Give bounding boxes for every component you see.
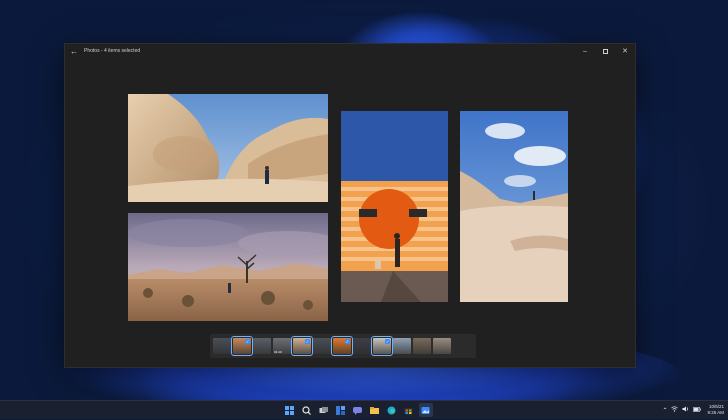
arrow-left-icon: ← xyxy=(70,46,78,56)
edge-browser-button[interactable] xyxy=(385,403,399,417)
filmstrip[interactable]: ✓ 01:40 ✓ ✓ ✓ xyxy=(210,334,476,358)
video-duration: 01:40 xyxy=(274,350,282,354)
photo-rock-slope-blue-sky[interactable] xyxy=(460,111,568,302)
photo-image xyxy=(128,213,328,321)
photo-image xyxy=(341,111,448,302)
system-tray: ⌃ 10/6/21 9:26 AM xyxy=(660,401,724,419)
filmstrip-thumbnail[interactable] xyxy=(213,338,231,354)
photo-desert-boulders-hiker[interactable] xyxy=(128,94,328,202)
store-icon xyxy=(404,407,413,414)
file-explorer-button[interactable] xyxy=(368,403,382,417)
filmstrip-thumbnail[interactable]: ✓ xyxy=(291,336,313,356)
clock[interactable]: 10/6/21 9:26 AM xyxy=(707,404,724,416)
taskbar: ⌃ 10/6/21 9:26 AM xyxy=(0,400,728,419)
checkmark-icon: ✓ xyxy=(385,339,390,344)
title-bar: ← Photos - 4 items selected – ✕ xyxy=(65,44,635,58)
search-button[interactable] xyxy=(300,403,314,417)
close-icon: ✕ xyxy=(622,48,628,55)
chat-button[interactable] xyxy=(351,403,365,417)
photos-app-window: ← Photos - 4 items selected – ✕ ✓ 01:40 … xyxy=(64,43,636,368)
photos-button[interactable] xyxy=(418,403,433,417)
photo-orange-sun-mural-wall[interactable] xyxy=(341,111,448,302)
checkmark-icon: ✓ xyxy=(345,339,350,344)
close-button[interactable]: ✕ xyxy=(615,44,635,58)
checkmark-icon: ✓ xyxy=(305,339,310,344)
wifi-icon[interactable] xyxy=(671,406,679,414)
filmstrip-thumbnail[interactable]: 01:40 xyxy=(273,338,291,354)
filmstrip-thumbnail[interactable] xyxy=(413,338,431,354)
filmstrip-thumbnail[interactable] xyxy=(433,338,451,354)
window-controls: – ✕ xyxy=(575,44,635,58)
filmstrip-thumbnail[interactable] xyxy=(313,338,331,354)
widgets-icon xyxy=(336,405,345,415)
windows-start-icon xyxy=(285,405,294,415)
minimize-button[interactable]: – xyxy=(575,44,595,58)
filmstrip-thumbnail[interactable] xyxy=(353,338,371,354)
photo-image xyxy=(128,94,328,202)
chat-icon xyxy=(353,406,362,415)
widgets-button[interactable] xyxy=(334,403,348,417)
chevron-up-icon[interactable]: ⌃ xyxy=(662,407,667,414)
filmstrip-thumbnail[interactable]: ✓ xyxy=(331,336,353,356)
task-view-button[interactable] xyxy=(317,403,331,417)
task-view-icon xyxy=(319,406,328,413)
search-icon xyxy=(302,405,311,415)
photo-joshua-tree-landscape[interactable] xyxy=(128,213,328,321)
store-button[interactable] xyxy=(402,403,416,417)
filmstrip-thumbnail[interactable] xyxy=(393,338,411,354)
window-title: Photos - 4 items selected xyxy=(84,48,141,54)
back-button[interactable]: ← xyxy=(65,44,83,58)
battery-icon[interactable] xyxy=(693,406,702,414)
filmstrip-thumbnail[interactable] xyxy=(253,338,271,354)
clock-time: 9:26 AM xyxy=(707,410,724,415)
photo-image xyxy=(460,111,568,302)
minimize-icon: – xyxy=(583,47,587,55)
maximize-button[interactable] xyxy=(595,44,615,58)
taskbar-pinned-apps xyxy=(281,401,434,419)
filmstrip-thumbnail[interactable]: ✓ xyxy=(231,336,253,356)
maximize-icon xyxy=(602,48,608,54)
edge-browser-icon xyxy=(387,406,396,414)
file-explorer-icon xyxy=(370,406,379,414)
filmstrip-thumbnail[interactable]: ✓ xyxy=(371,336,393,356)
photos-icon xyxy=(421,406,430,414)
checkmark-icon: ✓ xyxy=(245,339,250,344)
volume-icon[interactable] xyxy=(682,406,689,414)
start-button[interactable] xyxy=(283,403,297,417)
